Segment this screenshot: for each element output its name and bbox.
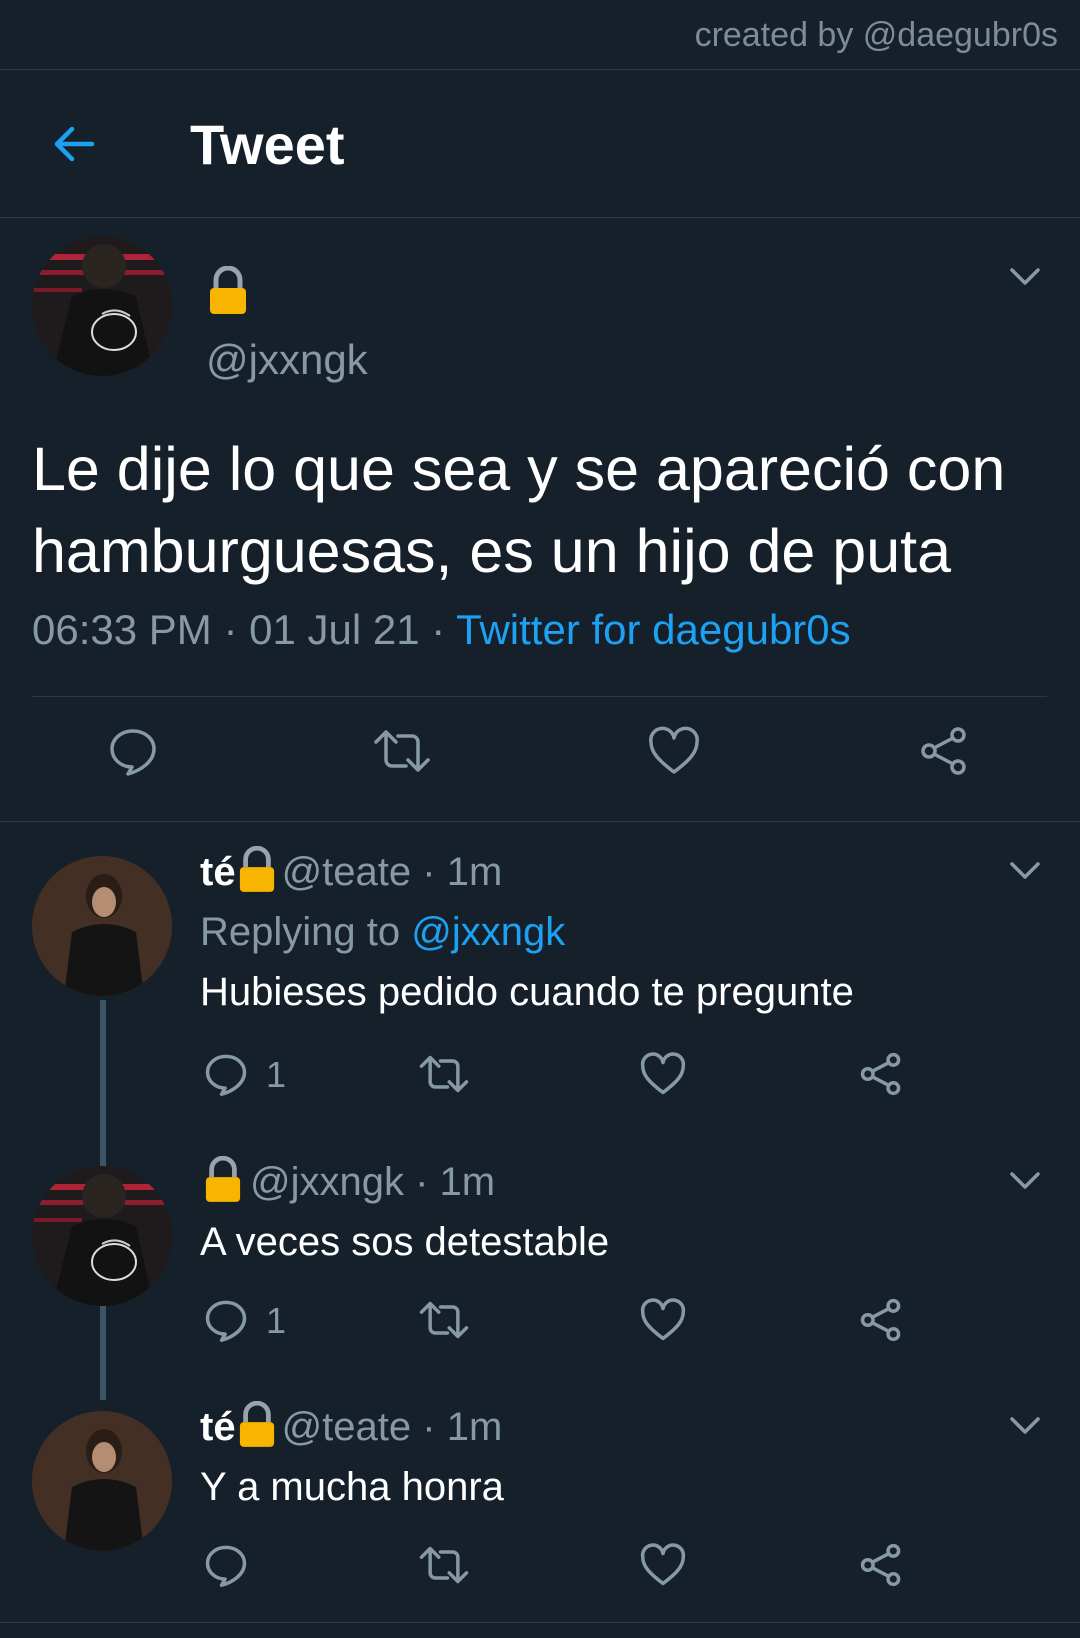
lock-icon [239, 1401, 274, 1448]
share-icon [860, 1052, 901, 1096]
author-handle[interactable]: @teate · 1m [282, 850, 503, 894]
retweet-button[interactable] [418, 1298, 470, 1347]
replying-prefix: Replying to [200, 910, 412, 954]
reply-author: té @teate · 1m [200, 1401, 503, 1450]
lock-icon [208, 265, 248, 321]
tweet-text: Hubieses pedido cuando te pregunte [200, 970, 854, 1014]
share-button[interactable] [918, 726, 970, 781]
share-button[interactable] [858, 1543, 904, 1592]
tweet-meta: 06:33 PM · 01 Jul 21 · Twitter for daegu… [32, 606, 851, 654]
author-handle[interactable]: @jxxngk [206, 336, 368, 384]
reply-button[interactable] [204, 1298, 248, 1347]
tweet-actions: 1 [0, 1298, 1080, 1358]
credit-bar: created by @daegubr0s [0, 0, 1080, 70]
tweet-actions [0, 1543, 1080, 1603]
comment-icon [205, 1545, 247, 1587]
retweet-icon [419, 1546, 469, 1584]
reply-count: 1 [266, 1300, 287, 1341]
like-button[interactable] [640, 1298, 686, 1347]
retweet-icon [419, 1301, 469, 1339]
reply-button[interactable] [204, 1543, 248, 1592]
retweet-icon [419, 1055, 469, 1093]
tweet-actions [0, 726, 1080, 810]
main-tweet: @jxxngk Le dije lo que sea y se apareció… [0, 218, 1080, 822]
heart-icon [649, 726, 699, 774]
reply-author: té @teate · 1m [200, 846, 503, 895]
display-name[interactable]: té [200, 1405, 236, 1449]
share-button[interactable] [858, 1298, 904, 1347]
tweet-text: Y a mucha honra [200, 1465, 504, 1509]
author-handle[interactable]: @teate · 1m [282, 1405, 503, 1449]
heart-icon [640, 1543, 686, 1586]
tweet-source[interactable]: Twitter for daegubr0s [456, 606, 851, 653]
arrow-left-icon [54, 126, 95, 162]
author-handle[interactable]: @jxxngk · 1m [250, 1160, 495, 1204]
chevron-down-icon[interactable] [1008, 1415, 1042, 1437]
back-button[interactable] [48, 118, 100, 170]
lock-icon [239, 846, 274, 893]
heart-icon [640, 1052, 686, 1095]
share-icon [921, 727, 966, 775]
comment-icon [205, 1054, 247, 1096]
chevron-down-icon[interactable] [1008, 266, 1042, 288]
top-bar: Tweet [0, 70, 1080, 218]
tweet-text: A veces sos detestable [200, 1220, 610, 1264]
chevron-down-icon[interactable] [1008, 860, 1042, 882]
divider [32, 696, 1047, 697]
share-icon [860, 1543, 901, 1587]
tweet-timestamp: 06:33 PM · 01 Jul 21 · [32, 606, 457, 653]
comment-icon [205, 1300, 247, 1342]
tweet-actions: 1 [0, 1052, 1080, 1112]
reply-button[interactable] [108, 726, 158, 781]
share-icon [860, 1298, 901, 1342]
page-title: Tweet [190, 113, 345, 176]
avatar[interactable] [32, 236, 172, 376]
replying-to-link[interactable]: @jxxngk [411, 910, 565, 954]
divider [0, 1622, 1080, 1623]
display-name[interactable]: té [200, 850, 236, 894]
heart-icon [640, 1298, 686, 1341]
lock-icon [205, 1156, 241, 1203]
replying-to: Replying to @jxxngk [200, 910, 565, 955]
avatar[interactable] [32, 1411, 172, 1551]
chevron-down-icon[interactable] [1008, 1170, 1042, 1192]
like-button[interactable] [640, 1052, 686, 1101]
like-button[interactable] [648, 726, 700, 781]
reply-tweet[interactable]: té @teate · 1m Replying to @jxxngk Hubies… [0, 822, 1080, 1132]
reply-tweet[interactable]: @jxxngk · 1m A veces sos detestable 1 [0, 1132, 1080, 1377]
like-button[interactable] [640, 1543, 686, 1592]
retweet-icon [374, 730, 430, 772]
avatar[interactable] [32, 856, 172, 996]
reply-button[interactable] [204, 1052, 248, 1101]
comment-icon [110, 729, 156, 776]
reply-author: @jxxngk · 1m [200, 1156, 495, 1205]
share-button[interactable] [858, 1052, 904, 1101]
tweet-text: Le dije lo que sea y se apareció con ham… [32, 435, 1006, 585]
credit-text: created by @daegubr0s [694, 16, 1058, 54]
avatar[interactable] [32, 1166, 172, 1306]
reply-count: 1 [266, 1054, 287, 1095]
retweet-button[interactable] [372, 726, 432, 781]
retweet-button[interactable] [418, 1052, 470, 1101]
reply-tweet[interactable]: té @teate · 1m Y a mucha honra [0, 1377, 1080, 1622]
retweet-button[interactable] [418, 1543, 470, 1592]
